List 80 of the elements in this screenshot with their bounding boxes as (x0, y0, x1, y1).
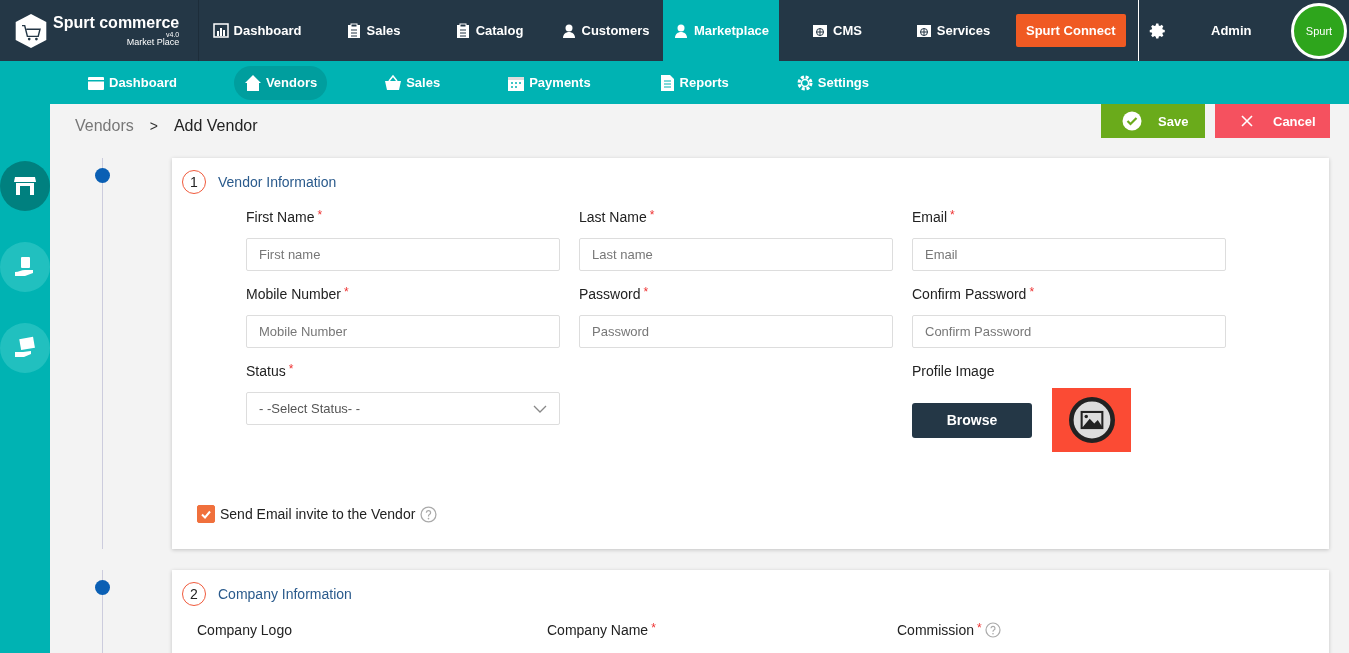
required-mark: * (643, 286, 649, 298)
required-mark: * (977, 622, 982, 634)
field-label: Confirm Password (912, 286, 1027, 302)
side-nav-button[interactable] (0, 161, 50, 211)
sub-nav-item[interactable]: Vendors (233, 65, 328, 100)
top-nav-item[interactable]: Dashboard (199, 0, 315, 61)
text-input-field[interactable]: Last name (579, 238, 893, 271)
text-input-field[interactable]: Confirm Password (912, 315, 1226, 348)
top-nav-item[interactable]: Customers (547, 0, 663, 61)
section-title: Company Information (218, 586, 352, 602)
sub-nav-item[interactable]: Dashboard (77, 65, 187, 100)
required-mark: * (651, 622, 656, 634)
side-nav-button[interactable] (0, 242, 50, 292)
help-icon[interactable] (420, 505, 438, 523)
sub-nav-item[interactable]: Payments (497, 65, 601, 100)
timeline-dot (95, 168, 110, 183)
field-label: Email (912, 209, 947, 225)
section-title: Vendor Information (218, 174, 337, 190)
house-icon (243, 73, 262, 92)
check-icon (200, 508, 212, 520)
user-avatar[interactable]: Spurt (1291, 2, 1347, 59)
sub-nav-item[interactable]: Sales (374, 65, 451, 100)
person-icon (560, 22, 577, 39)
brand-subtitle: Market Place (126, 37, 180, 47)
save-button[interactable]: Save (1101, 104, 1205, 138)
text-input-field[interactable]: First name (246, 238, 560, 271)
image-placeholder-icon (1068, 397, 1115, 443)
user-name[interactable]: Admin (1211, 23, 1252, 38)
top-nav-item[interactable]: Sales (315, 0, 431, 61)
timeline-dot (95, 580, 110, 595)
store-icon (13, 174, 37, 198)
breadcrumb-current: Add Vendor (173, 117, 258, 135)
gear-icon (795, 73, 814, 92)
chart-icon (212, 22, 229, 39)
close-icon (1241, 115, 1253, 127)
spurt-connect-button[interactable]: Spurt Connect (1016, 14, 1126, 47)
top-nav-item[interactable]: CMS (779, 0, 895, 61)
required-mark: * (950, 209, 955, 221)
required-mark: * (649, 209, 655, 221)
text-input-field[interactable]: Email (912, 238, 1226, 271)
top-nav-item[interactable]: Services (895, 0, 1011, 61)
globe-icon (812, 22, 829, 39)
globe-icon (915, 22, 932, 39)
field-label: Last Name (579, 209, 647, 225)
breadcrumb-separator: > (149, 118, 158, 134)
status-dropdown[interactable]: - -Select Status- - (246, 392, 560, 425)
field-label: Commission (897, 622, 974, 638)
check-circle-icon (1122, 111, 1142, 131)
required-mark: * (1029, 286, 1035, 298)
hand-money-icon (13, 336, 37, 360)
sub-nav-item[interactable]: Settings (785, 65, 880, 100)
field-label: Company Logo (197, 622, 292, 638)
sub-nav-item[interactable]: Reports (647, 65, 739, 100)
field-label: Profile Image (912, 363, 995, 379)
side-nav-button[interactable] (0, 323, 50, 373)
field-label: Status (246, 363, 286, 379)
field-label: Mobile Number (246, 286, 341, 302)
field-label: First Name (246, 209, 315, 225)
clipboard-icon (345, 22, 362, 39)
settings-icon[interactable] (1149, 21, 1167, 40)
clipboard-icon (454, 22, 471, 39)
breadcrumb-link[interactable]: Vendors (75, 117, 134, 135)
required-mark: * (317, 209, 323, 221)
checkbox-label[interactable]: Send Email invite to the Vendor (220, 506, 416, 522)
field-label: Company Name (547, 622, 649, 638)
text-input-field[interactable]: Password (579, 315, 893, 348)
top-nav-item[interactable]: Marketplace (663, 0, 779, 61)
basket-icon (384, 73, 403, 92)
chevron-down-icon (533, 404, 547, 413)
brand-name: Spurt commerce (53, 14, 180, 31)
top-nav-item[interactable]: Catalog (431, 0, 547, 61)
required-mark: * (343, 286, 349, 298)
text-input-field[interactable]: Mobile Number (246, 315, 560, 348)
required-mark: * (288, 363, 294, 375)
browse-button[interactable]: Browse (912, 402, 1032, 438)
cancel-button[interactable]: Cancel (1215, 104, 1330, 138)
invite-checkbox[interactable] (197, 505, 215, 523)
help-icon[interactable] (984, 622, 1001, 638)
field-label: Password (579, 286, 641, 302)
person-icon (672, 22, 689, 39)
